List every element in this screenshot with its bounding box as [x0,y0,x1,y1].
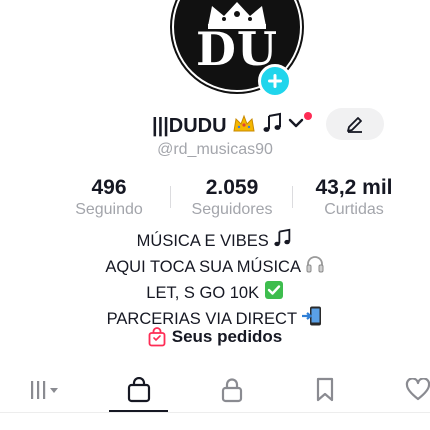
profile-avatar-container: DU [170,0,304,98]
bio-line-text: PARCERIAS VIA DIRECT [106,310,297,328]
shopping-bag-icon [127,377,151,403]
tab-saved[interactable] [295,368,355,412]
stat-followers-label: Seguidores [191,201,273,218]
plus-icon [268,74,282,88]
stat-likes-label: Curtidas [324,201,384,218]
shopping-bag-icon [148,327,166,347]
tab-shop[interactable] [109,368,169,412]
stat-following-label: Seguindo [75,201,143,218]
username-row: |||DUDU [0,108,430,142]
orders-label: Seus pedidos [171,327,283,346]
tab-videos-filter[interactable] [15,368,75,412]
notification-dot [304,112,312,120]
bio-line: LET, S GO 10K [0,280,430,306]
stat-likes-value: 43,2 mil [315,176,393,199]
check-mark-icon [264,280,284,306]
stat-followers-value: 2.059 [205,176,259,199]
bio-line-text: LET, S GO 10K [146,284,260,302]
orders-button[interactable]: Seus pedidos [148,327,283,347]
profile-tabs [0,368,430,430]
tabs-divider [0,412,430,413]
grid-filter-icon [31,381,58,399]
bookmark-icon [316,377,334,402]
tab-liked[interactable] [388,368,430,412]
bio-line: AQUI TOCA SUA MÚSICA [0,254,430,280]
stat-likes[interactable]: 43,2 mil Curtidas [284,176,424,219]
profile-handle: @rd_musicas90 [157,141,273,158]
profile-bio: MÚSICA E VIBES AQUI TOCA SUA MÚSICA LET,… [0,228,430,332]
tab-private[interactable] [202,368,262,412]
add-avatar-button[interactable] [258,64,292,98]
music-note-icon [273,228,293,254]
stat-following[interactable]: 496 Seguindo [39,176,179,219]
bio-line-text: MÚSICA E VIBES [136,232,269,250]
music-note-icon [262,112,284,140]
edit-profile-button[interactable] [326,108,384,140]
bio-line: MÚSICA E VIBES [0,228,430,254]
orders-row: Seus pedidos [0,327,430,353]
username-text: |||DUDU [152,115,227,137]
stat-following-value: 496 [91,176,127,199]
lock-icon [221,378,243,403]
bio-line-text: AQUI TOCA SUA MÚSICA [105,258,301,276]
profile-stats: 496 Seguindo 2.059 Seguidores 43,2 mil C… [0,176,430,220]
crown-emoji-icon [232,114,256,140]
username[interactable]: |||DUDU [152,112,284,140]
heart-icon [405,378,430,401]
stat-followers[interactable]: 2.059 Seguidores [162,176,302,219]
chevron-down-icon[interactable] [288,117,304,129]
headphones-icon [305,254,325,280]
pencil-icon [347,117,362,133]
